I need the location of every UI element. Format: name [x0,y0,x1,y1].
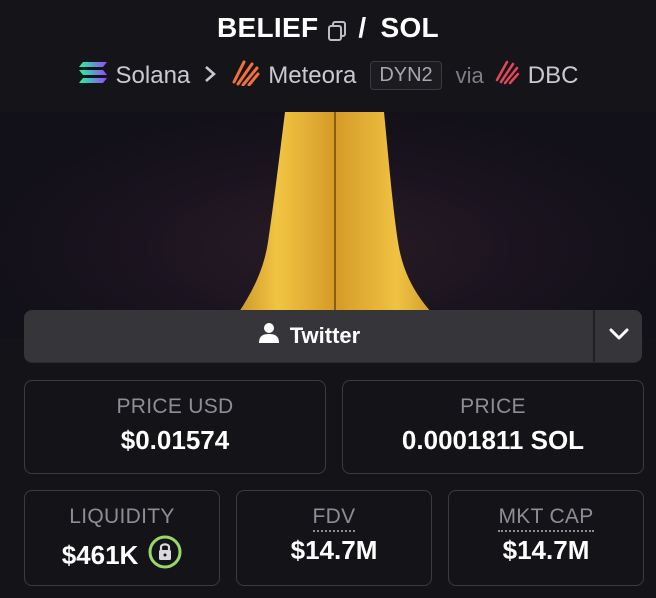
pair-title: BELIEF / SOL [0,12,656,44]
copy-icon[interactable] [326,17,348,41]
chevron-down-icon [609,327,629,346]
twitter-label: Twitter [289,323,361,348]
pair-separator: / [358,12,367,43]
dbc-icon [494,59,520,92]
mkt-cap-card: MKT CAP $14.7M [448,490,644,586]
solana-icon [78,60,108,91]
price-native-card: PRICE 0.0001811 SOL [342,380,644,474]
chevron-right-icon [204,63,217,89]
dex-link[interactable]: Meteora [268,62,356,90]
lock-icon[interactable] [148,535,182,576]
social-links-bar: Twitter [24,310,642,362]
mkt-cap-label-wrap: MKT CAP [449,505,643,532]
meteora-icon [230,58,260,93]
price-usd-value: $0.01574 [120,425,230,455]
quote-token-symbol: SOL [380,12,439,43]
liquidity-value-row: $461K [25,535,219,576]
pair-header: BELIEF / SOL Solana Meteora DYN2 via DBC [0,0,656,112]
fdv-label[interactable]: FDV [312,505,356,532]
launchpad-link[interactable]: DBC [528,62,579,90]
liquidity-label: LIQUIDITY [69,505,175,528]
price-usd-label: PRICE USD [116,395,234,418]
socials-dropdown-toggle[interactable] [593,310,642,362]
pool-type-badge: DYN2 [370,61,442,90]
liquidity-value: $461K [61,540,139,570]
user-icon [258,322,280,350]
price-usd-card: PRICE USD $0.01574 [24,380,326,474]
base-token-symbol: BELIEF [217,12,319,43]
mkt-cap-label[interactable]: MKT CAP [498,505,594,532]
fdv-card: FDV $14.7M [236,490,432,586]
token-banner-image [0,112,656,338]
via-label: via [455,62,484,88]
fdv-label-wrap: FDV [237,505,431,532]
price-native-value: 0.0001811 SOL [401,425,585,455]
twitter-button[interactable]: Twitter [24,310,594,362]
liquidity-card: LIQUIDITY $461K [24,490,220,586]
route-breadcrumb: Solana Meteora DYN2 via DBC [0,58,656,93]
price-native-label: PRICE [460,395,526,418]
fdv-value: $14.7M [290,535,378,565]
mkt-cap-value: $14.7M [502,535,590,565]
chain-link[interactable]: Solana [116,62,191,90]
